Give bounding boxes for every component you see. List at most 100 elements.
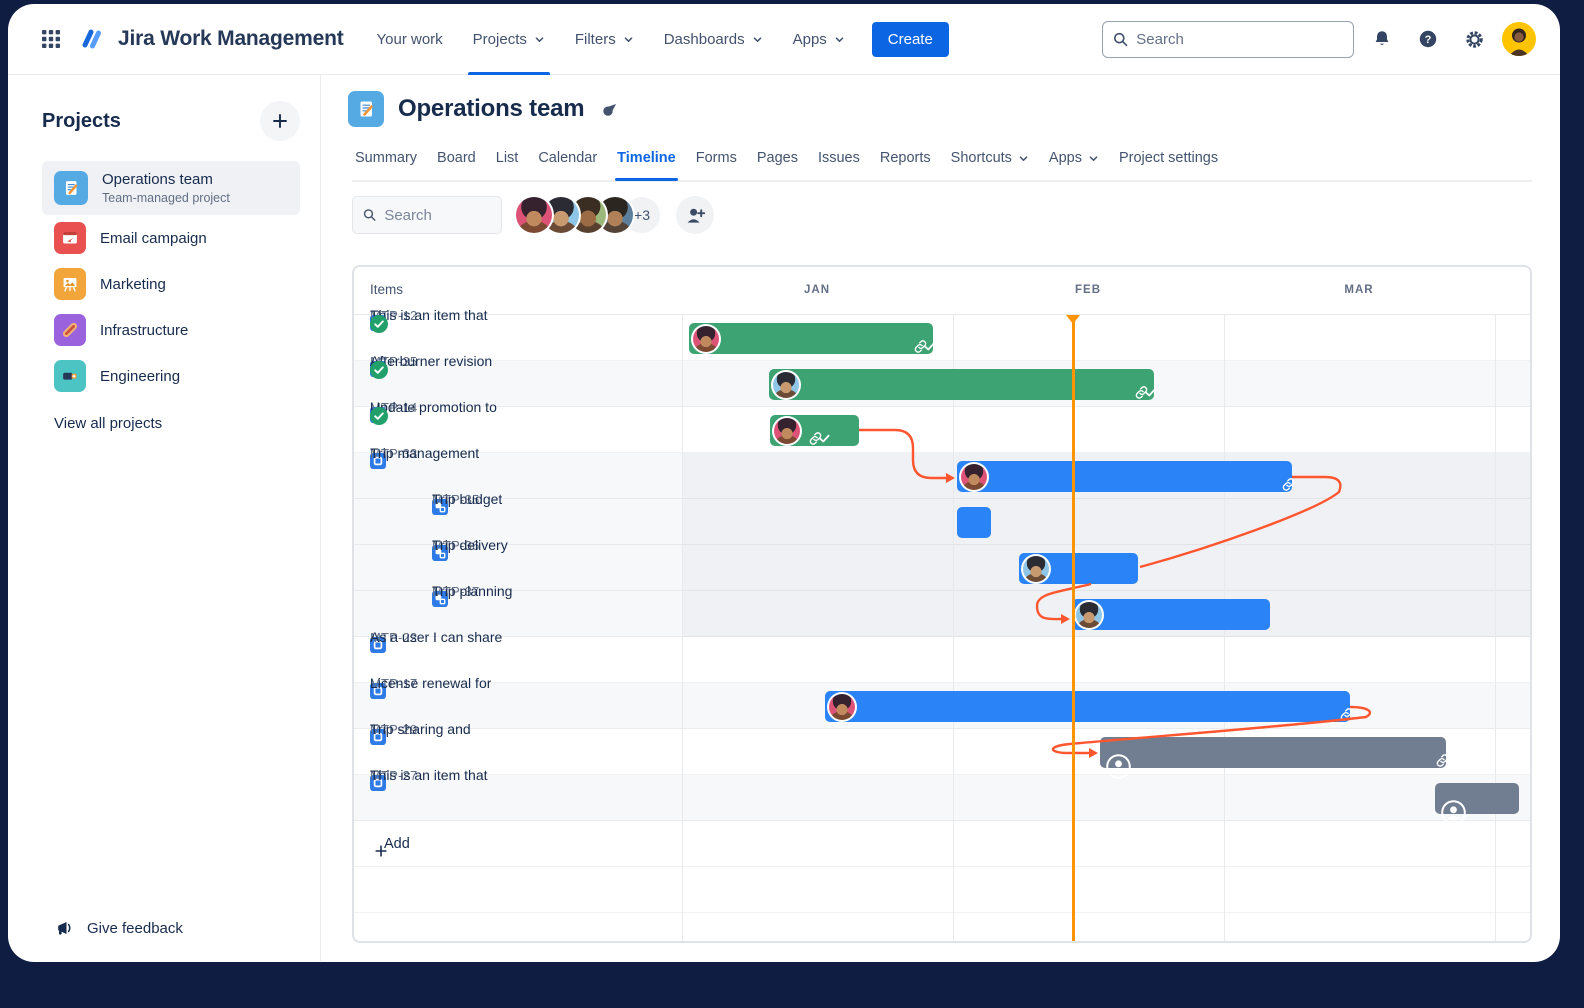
gantt-bar-mtp-27-10[interactable]	[1435, 783, 1519, 814]
svg-text:?: ?	[1425, 34, 1432, 46]
nav-item-label: Your work	[377, 31, 443, 48]
search-icon	[1113, 31, 1128, 48]
tab-project-settings[interactable]: Project settings	[1109, 145, 1228, 171]
tab-label: Summary	[355, 150, 417, 166]
app-switcher-icon[interactable]	[38, 26, 64, 52]
gantt-bar-mtp-37-6[interactable]	[1072, 599, 1270, 630]
issue-summary: Trip delivery	[432, 537, 508, 553]
project-name: Engineering	[100, 368, 180, 385]
row-mtp-33-3[interactable]: MTP-33Trip management	[354, 453, 682, 499]
chevron-down-icon	[623, 34, 634, 45]
nav-item-dashboards[interactable]: Dashboards	[649, 4, 778, 75]
tabs-divider	[352, 180, 1532, 182]
tab-summary[interactable]: Summary	[345, 145, 427, 171]
settings-gear-icon[interactable]	[1456, 21, 1492, 57]
global-search-input[interactable]	[1136, 31, 1343, 48]
tab-forms[interactable]: Forms	[686, 145, 747, 171]
create-button[interactable]: Create	[872, 22, 949, 57]
notifications-icon[interactable]	[1364, 21, 1400, 57]
gantt-bar-mtp-36-5[interactable]	[1019, 553, 1138, 584]
row-mtp-35-4[interactable]: MTP-35Trip budget	[354, 499, 682, 545]
nav-item-projects[interactable]: Projects	[458, 4, 560, 75]
jira-logo-icon[interactable]	[78, 26, 104, 52]
tab-calendar[interactable]: Calendar	[528, 145, 607, 171]
nav-item-label: Apps	[793, 31, 827, 48]
project-icon	[348, 91, 384, 127]
gantt-bar-mtp-35-4[interactable]	[957, 507, 991, 538]
tab-board[interactable]: Board	[427, 145, 486, 171]
rename-pen-icon[interactable]	[602, 101, 619, 118]
top-navbar: Jira Work Management Your work Projects Fi…	[8, 4, 1560, 75]
navbar-right: ?	[1102, 21, 1536, 58]
sidebar-item-email-campaign[interactable]: Email campaign	[42, 215, 300, 261]
add-project-button[interactable]	[260, 101, 300, 141]
assignee-avatar	[1023, 556, 1049, 582]
gantt-bar-mtp-17-8[interactable]	[825, 691, 1350, 722]
global-search	[1102, 21, 1354, 58]
issue-summary: As a user I can share	[370, 629, 502, 645]
gantt-bar-mtp-29-9[interactable]	[1100, 737, 1446, 768]
timeline-row-track	[682, 821, 1530, 867]
project-subtitle: Team-managed project	[102, 191, 230, 205]
tab-pages[interactable]: Pages	[747, 145, 808, 171]
sidebar-item-infrastructure[interactable]: Infrastructure	[42, 307, 300, 353]
view-all-projects-link[interactable]: View all projects	[54, 415, 300, 432]
assignee-avatar	[774, 418, 800, 444]
timeline-toolbar: +3	[352, 196, 714, 234]
tab-apps[interactable]: Apps	[1039, 145, 1109, 171]
add-item-button[interactable]: Add	[354, 821, 682, 867]
issue-summary: Trip planning	[432, 583, 512, 599]
tab-timeline[interactable]: Timeline	[607, 145, 686, 171]
row-mtp-36-5[interactable]: MTP-36Trip delivery	[354, 545, 682, 591]
sidebar-item-engineering[interactable]: Engineering	[42, 353, 300, 399]
tab-label: Calendar	[538, 150, 597, 166]
project-name: Marketing	[100, 276, 166, 293]
sidebar-item-operations-team[interactable]: Operations team Team-managed project	[42, 161, 300, 215]
tab-shortcuts[interactable]: Shortcuts	[941, 145, 1039, 171]
tab-list[interactable]: List	[486, 145, 529, 171]
chevron-down-icon	[834, 34, 845, 45]
avatar[interactable]	[516, 197, 552, 233]
nav-item-apps[interactable]: Apps	[778, 4, 860, 75]
hotdog-icon	[54, 314, 86, 346]
project-name: Operations team	[102, 171, 230, 188]
nav-item-your-work[interactable]: Your work	[362, 4, 458, 75]
month-label-jan: JAN	[804, 284, 830, 296]
notebook-icon	[54, 171, 88, 205]
sidebar-item-marketing[interactable]: Marketing	[42, 261, 300, 307]
product-title[interactable]: Jira Work Management	[118, 27, 344, 51]
issue-summary: Trip budget	[432, 491, 502, 507]
projects-sidebar: Projects Operations teamTeam-managed pro…	[8, 75, 321, 961]
page-title: Operations team	[398, 95, 584, 123]
search-icon	[363, 207, 376, 223]
nav-item-label: Projects	[473, 31, 527, 48]
today-marker-arrow	[1066, 315, 1080, 324]
help-icon[interactable]: ?	[1410, 21, 1446, 57]
tab-label: Shortcuts	[951, 150, 1012, 166]
gantt-bar-mtp-33-3[interactable]	[957, 461, 1292, 492]
issue-summary: Update promotion to	[370, 399, 497, 415]
gantt-bar-mtp-14-2[interactable]	[770, 415, 859, 446]
main-content: Operations team Summary BoardList Calendar…	[321, 75, 1560, 961]
chevron-down-icon	[1018, 153, 1029, 164]
assignee-avatar	[773, 372, 799, 398]
tab-issues[interactable]: Issues	[808, 145, 870, 171]
battery-icon	[54, 360, 86, 392]
board-search-input[interactable]	[384, 207, 491, 224]
project-header: Operations team	[348, 91, 619, 127]
tab-label: Reports	[880, 150, 931, 166]
tab-label: Apps	[1049, 150, 1082, 166]
gantt-bar-mtp-35-1[interactable]	[769, 369, 1154, 400]
tab-reports[interactable]: Reports	[870, 145, 941, 171]
add-people-button[interactable]	[676, 196, 714, 234]
project-list: Operations team Team-managed project Emai…	[42, 161, 300, 399]
give-feedback-button[interactable]: Give feedback	[56, 919, 183, 937]
nav-item-filters[interactable]: Filters	[560, 4, 649, 75]
items-column-header: Items	[370, 282, 403, 297]
primary-nav: Your work Projects FiltersDashboards Apps	[362, 4, 860, 75]
column-divider	[682, 267, 683, 941]
row-mtp-27-10[interactable]: MTP-27This is an item that	[354, 775, 682, 821]
month-label-feb: FEB	[1075, 284, 1101, 296]
gantt-bar-mtp-12-0[interactable]	[689, 323, 933, 354]
user-avatar[interactable]	[1502, 22, 1536, 56]
